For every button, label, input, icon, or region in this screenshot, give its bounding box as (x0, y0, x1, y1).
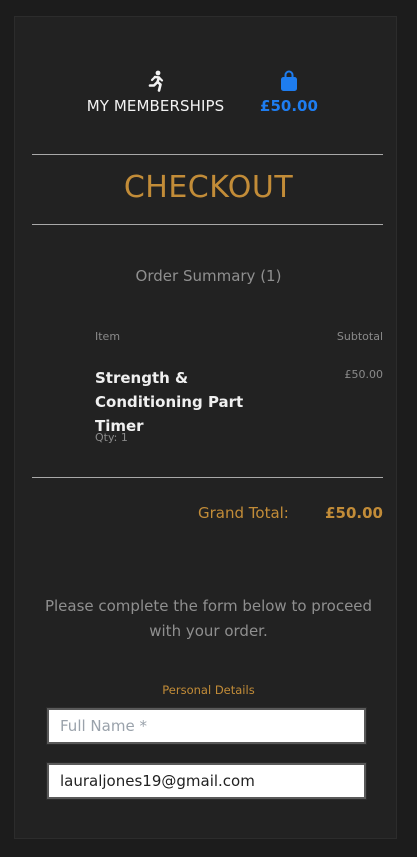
divider (32, 154, 383, 155)
running-person-icon (78, 70, 233, 96)
shopping-bag-icon (255, 70, 323, 96)
my-memberships-label: MY MEMBERSHIPS (86, 97, 225, 115)
item-subtotal: £50.00 (344, 368, 384, 381)
grand-total-value: £50.00 (325, 504, 383, 522)
email-input[interactable] (47, 763, 366, 799)
item-quantity: Qty: 1 (95, 431, 128, 444)
divider (32, 477, 383, 478)
top-nav: MY MEMBERSHIPS £50.00 (0, 0, 417, 140)
order-summary-heading: Order Summary (1) (135, 267, 282, 285)
grand-total-label: Grand Total: (198, 504, 289, 522)
item-name: Strength & Conditioning Part Timer (95, 369, 244, 435)
full-name-input[interactable] (47, 708, 366, 744)
subtotal-column-header: Subtotal (336, 330, 383, 343)
personal-details-label: Personal Details (162, 683, 255, 697)
shopping-bag-link[interactable]: £50.00 (255, 70, 323, 115)
item-column-header: Item (95, 330, 121, 343)
form-instructions: Please complete the form below to procee… (44, 597, 373, 640)
my-memberships-link[interactable]: MY MEMBERSHIPS (78, 70, 233, 115)
bag-total: £50.00 (260, 97, 318, 115)
divider (32, 224, 383, 225)
page-title: CHECKOUT (123, 170, 294, 205)
